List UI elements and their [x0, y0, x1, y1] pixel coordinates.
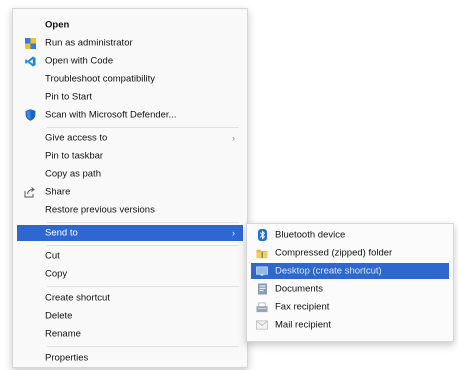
- chevron-right-icon: ›: [232, 133, 235, 143]
- menu-item-label: Send to: [45, 227, 78, 239]
- menu-item-pin-to-taskbar[interactable]: Pin to taskbar: [17, 148, 243, 164]
- menu-item-label: Open with Code: [45, 55, 114, 67]
- menu-item-copy-as-path[interactable]: Copy as path: [17, 166, 243, 182]
- submenu-item-label: Mail recipient: [275, 319, 331, 331]
- chevron-right-icon: ›: [232, 228, 235, 238]
- menu-item-scan-with-defender[interactable]: Scan with Microsoft Defender...: [17, 107, 243, 123]
- menu-item-pin-to-start[interactable]: Pin to Start: [17, 89, 243, 105]
- menu-item-label: Cut: [45, 250, 60, 262]
- submenu-item-bluetooth-device[interactable]: Bluetooth device: [251, 227, 449, 243]
- submenu-item-desktop-create-shortcut[interactable]: Desktop (create shortcut): [251, 263, 449, 279]
- menu-item-copy[interactable]: Copy: [17, 266, 243, 282]
- fax-icon: [256, 301, 268, 313]
- menu-item-label: Copy: [45, 268, 68, 280]
- vscode-icon: [24, 55, 36, 67]
- menu-item-give-access-to[interactable]: Give access to ›: [17, 130, 243, 146]
- menu-item-label: Troubleshoot compatibility: [45, 73, 156, 85]
- menu-item-label: Restore previous versions: [45, 204, 155, 216]
- submenu-item-fax-recipient[interactable]: Fax recipient: [251, 299, 449, 315]
- menu-item-open[interactable]: Open: [17, 17, 243, 33]
- submenu-item-label: Desktop (create shortcut): [275, 265, 382, 277]
- menu-separator: [47, 346, 239, 347]
- menu-separator: [47, 245, 239, 246]
- submenu-item-mail-recipient[interactable]: Mail recipient: [251, 317, 449, 333]
- menu-item-create-shortcut[interactable]: Create shortcut: [17, 290, 243, 306]
- menu-item-label: Open: [45, 19, 70, 31]
- menu-item-properties[interactable]: Properties: [17, 350, 243, 366]
- submenu-item-label: Documents: [275, 283, 324, 295]
- menu-separator: [47, 222, 239, 223]
- submenu-item-label: Fax recipient: [275, 301, 330, 313]
- menu-item-label: Create shortcut: [45, 292, 110, 304]
- desktop-icon: [256, 265, 268, 277]
- menu-item-label: Give access to: [45, 132, 108, 144]
- send-to-submenu: Bluetooth device Compressed (zipped) fol…: [246, 223, 454, 342]
- menu-item-run-as-administrator[interactable]: Run as administrator: [17, 35, 243, 51]
- menu-item-open-with-code[interactable]: Open with Code: [17, 53, 243, 69]
- menu-item-delete[interactable]: Delete: [17, 308, 243, 324]
- menu-item-label: Rename: [45, 328, 81, 340]
- bluetooth-icon: [256, 229, 268, 241]
- menu-item-label: Run as administrator: [45, 37, 133, 49]
- menu-item-label: Properties: [45, 352, 89, 364]
- menu-item-cut[interactable]: Cut: [17, 248, 243, 264]
- defender-shield-icon: [24, 109, 36, 121]
- menu-item-send-to[interactable]: Send to ›: [17, 225, 243, 241]
- menu-item-troubleshoot-compatibility[interactable]: Troubleshoot compatibility: [17, 71, 243, 87]
- menu-separator: [47, 127, 239, 128]
- submenu-item-compressed-folder[interactable]: Compressed (zipped) folder: [251, 245, 449, 261]
- menu-item-restore-previous-versions[interactable]: Restore previous versions: [17, 202, 243, 218]
- menu-item-label: Pin to Start: [45, 91, 92, 103]
- screenshot-canvas: Open Run as administrator Open with Code…: [0, 0, 458, 370]
- submenu-item-label: Bluetooth device: [275, 229, 346, 241]
- menu-separator: [47, 286, 239, 287]
- submenu-item-documents[interactable]: Documents: [251, 281, 449, 297]
- submenu-item-label: Compressed (zipped) folder: [275, 247, 393, 259]
- share-icon: [24, 186, 36, 198]
- menu-item-label: Share: [45, 186, 71, 198]
- menu-item-share[interactable]: Share: [17, 184, 243, 200]
- mail-icon: [256, 319, 268, 331]
- menu-item-rename[interactable]: Rename: [17, 326, 243, 342]
- documents-icon: [256, 283, 268, 295]
- menu-item-label: Copy as path: [45, 168, 101, 180]
- menu-item-label: Pin to taskbar: [45, 150, 104, 162]
- menu-item-label: Delete: [45, 310, 73, 322]
- zip-folder-icon: [256, 247, 268, 259]
- context-menu: Open Run as administrator Open with Code…: [12, 8, 248, 368]
- menu-item-label: Scan with Microsoft Defender...: [45, 109, 177, 121]
- shield-icon: [24, 37, 36, 49]
